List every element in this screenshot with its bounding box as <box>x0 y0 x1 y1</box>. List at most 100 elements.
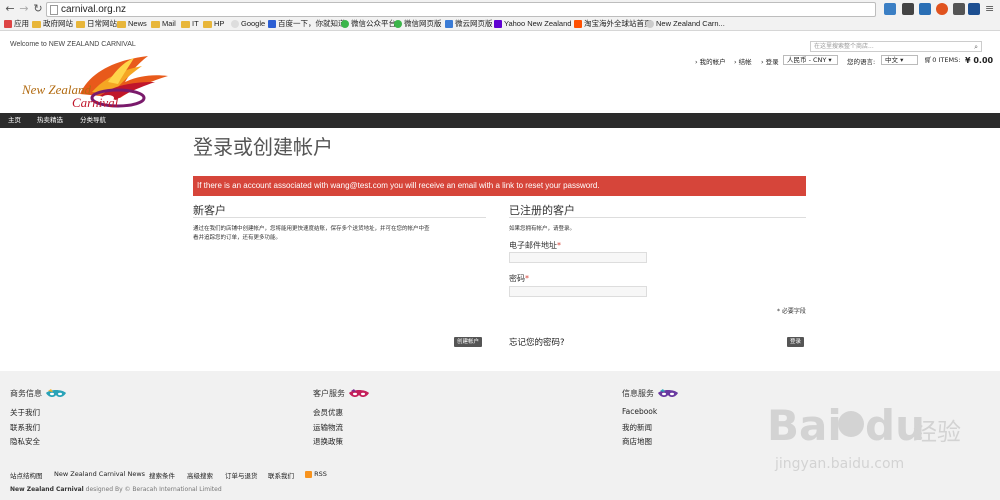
my-account-link[interactable]: › 我的帐户 <box>695 56 726 66</box>
nav-home[interactable]: 主页 <box>8 113 21 128</box>
footer-link-facebook[interactable]: Facebook <box>622 407 657 416</box>
wechat-icon <box>394 20 402 28</box>
baidu-paw-icon <box>838 411 864 437</box>
page-icon <box>50 5 58 15</box>
menu-icon[interactable]: ≡ <box>985 3 997 15</box>
bookmarks-bar: 应用 政府网站 日常网站 News Mail IT HP Google 百度一下… <box>0 17 1000 31</box>
login-button[interactable]: 登录 <box>787 337 805 347</box>
bookmark-folder[interactable]: Mail <box>151 18 176 30</box>
page-icon <box>231 20 239 28</box>
wechat-icon <box>341 20 349 28</box>
site-search-input[interactable]: 在这里搜索整个商店... ⌕ <box>810 41 982 52</box>
cloud-icon <box>445 20 453 28</box>
footer-link-shipping[interactable]: 运输物流 <box>313 422 343 433</box>
nav-hot-picks[interactable]: 热卖精选 <box>37 113 63 128</box>
welcome-text: Welcome to NEW ZEALAND CARNIVAL <box>10 41 136 48</box>
extension-alert-icon[interactable] <box>936 3 948 15</box>
bookmark-wechat-public[interactable]: 微信公众平台 <box>341 18 396 30</box>
footer-news-link[interactable]: New Zealand Carnival News <box>54 470 145 478</box>
cart-total: ¥ 0.00 <box>965 56 994 65</box>
registered-description: 如果您拥有帐户，请登录。 <box>509 226 576 232</box>
footer-heading-service: 客户服务 <box>313 388 370 399</box>
main-nav: 主页 热卖精选 分类导航 <box>0 113 1000 128</box>
extension-sync-icon[interactable] <box>884 3 896 15</box>
bookmark-nz-carnival[interactable]: New Zealand Carn... <box>646 18 725 30</box>
registered-customer-title: 已注册的客户 <box>509 204 575 217</box>
footer-link-news[interactable]: 我的新闻 <box>622 422 652 433</box>
footer-contact-link[interactable]: 联系我们 <box>268 470 294 480</box>
footer-credit: New Zealand Carnival designed By © Berac… <box>10 486 222 493</box>
bookmark-baidu[interactable]: 百度一下，你就知道 <box>268 18 346 30</box>
create-account-button[interactable]: 创建帐户 <box>454 337 483 347</box>
email-field[interactable] <box>509 252 647 263</box>
footer-search-terms-link[interactable]: 搜索条件 <box>149 470 175 480</box>
rss-icon <box>305 470 312 478</box>
footer-link-returns[interactable]: 退换政策 <box>313 436 343 447</box>
bookmark-taobao[interactable]: 淘宝海外全球站首页 <box>574 18 652 30</box>
footer-sitemap-link[interactable]: 站点结构图 <box>10 470 43 480</box>
baidu-jingyan-watermark: Bai du 经验 jingyan.baidu.com <box>765 380 965 484</box>
email-label: 电子邮件地址* <box>509 241 561 250</box>
footer-link-sitemap[interactable]: 商店地图 <box>622 436 652 447</box>
footer-advanced-search-link[interactable]: 高级搜索 <box>187 470 213 480</box>
carnival-mask-icon <box>349 388 369 397</box>
logo-text-carnival: Carnival <box>72 95 119 110</box>
bookmark-weiyun[interactable]: 微云网页版 <box>445 18 493 30</box>
bookmark-wechat-web[interactable]: 微信网页版 <box>394 18 442 30</box>
footer-rss-link[interactable]: RSS <box>305 470 327 478</box>
footer-link-privacy[interactable]: 隐私安全 <box>10 436 40 447</box>
folder-icon <box>203 20 212 28</box>
watermark-bai: Bai <box>767 401 842 450</box>
page-title: 登录或创建帐户 <box>193 135 333 159</box>
language-label: 您的语言: <box>847 58 876 66</box>
checkout-link[interactable]: › 结帐 <box>734 56 752 66</box>
footer-link-member[interactable]: 会员优惠 <box>313 407 343 418</box>
page-icon <box>646 20 654 28</box>
password-label: 密码* <box>509 274 529 283</box>
bookmark-folder[interactable]: News <box>117 18 147 30</box>
forward-icon[interactable]: → <box>18 3 30 15</box>
bookmark-folder[interactable]: IT <box>181 18 199 30</box>
extension-chart-icon[interactable] <box>919 3 931 15</box>
taobao-icon <box>574 20 582 28</box>
footer-heading-info: 信息服务 <box>622 388 679 399</box>
site-logo[interactable]: New Zealand Carnival <box>20 52 175 110</box>
currency-select[interactable]: 人民币 - CNY ▾ <box>783 55 838 65</box>
language-select[interactable]: 中文 ▾ <box>881 55 918 65</box>
folder-icon <box>181 20 190 28</box>
carnival-mask-logo: New Zealand Carnival <box>21 56 168 110</box>
nav-categories[interactable]: 分类导航 <box>80 113 106 128</box>
back-icon[interactable]: ← <box>4 3 16 15</box>
divider <box>193 217 486 218</box>
forgot-password-link[interactable]: 忘记您的密码? <box>509 336 565 348</box>
baidu-paw-icon <box>268 20 276 28</box>
required-fields-note: * 必要字段 <box>777 308 806 315</box>
cart-link[interactable]: 🛒︎0 ITEMS: <box>924 56 960 64</box>
bookmark-google[interactable]: Google <box>231 18 265 30</box>
bookmark-apps[interactable]: 应用 <box>4 18 29 30</box>
yahoo-icon <box>494 20 502 28</box>
folder-icon <box>117 20 126 28</box>
folder-icon <box>76 20 85 28</box>
browser-chrome: ← → ↻ carnival.org.nz ≡ 应用 政府网站 日常网站 New… <box>0 0 1000 31</box>
login-link[interactable]: › 登录 <box>761 56 779 66</box>
address-bar[interactable]: carnival.org.nz <box>46 2 876 17</box>
footer-link-about[interactable]: 关于我们 <box>10 407 40 418</box>
folder-icon <box>151 20 160 28</box>
bookmark-folder[interactable]: HP <box>203 18 224 30</box>
footer-orders-returns-link[interactable]: 订单与退货 <box>225 470 258 480</box>
bookmark-folder[interactable]: 日常网站 <box>76 18 117 30</box>
folder-icon <box>32 20 41 28</box>
search-icon[interactable]: ⌕ <box>974 43 978 52</box>
password-field[interactable] <box>509 286 647 297</box>
bookmark-folder[interactable]: 政府网站 <box>32 18 73 30</box>
footer-link-contact[interactable]: 联系我们 <box>10 422 40 433</box>
watermark-url: jingyan.baidu.com <box>774 456 904 472</box>
extension-camera-icon[interactable] <box>902 3 914 15</box>
carnival-mask-icon <box>46 388 66 397</box>
bookmark-yahoo[interactable]: Yahoo New Zealand <box>494 18 571 30</box>
extension-cloud-icon[interactable] <box>953 3 965 15</box>
apps-grid-icon <box>4 20 12 28</box>
reload-icon[interactable]: ↻ <box>32 3 44 15</box>
extension-box-icon[interactable] <box>968 3 980 15</box>
